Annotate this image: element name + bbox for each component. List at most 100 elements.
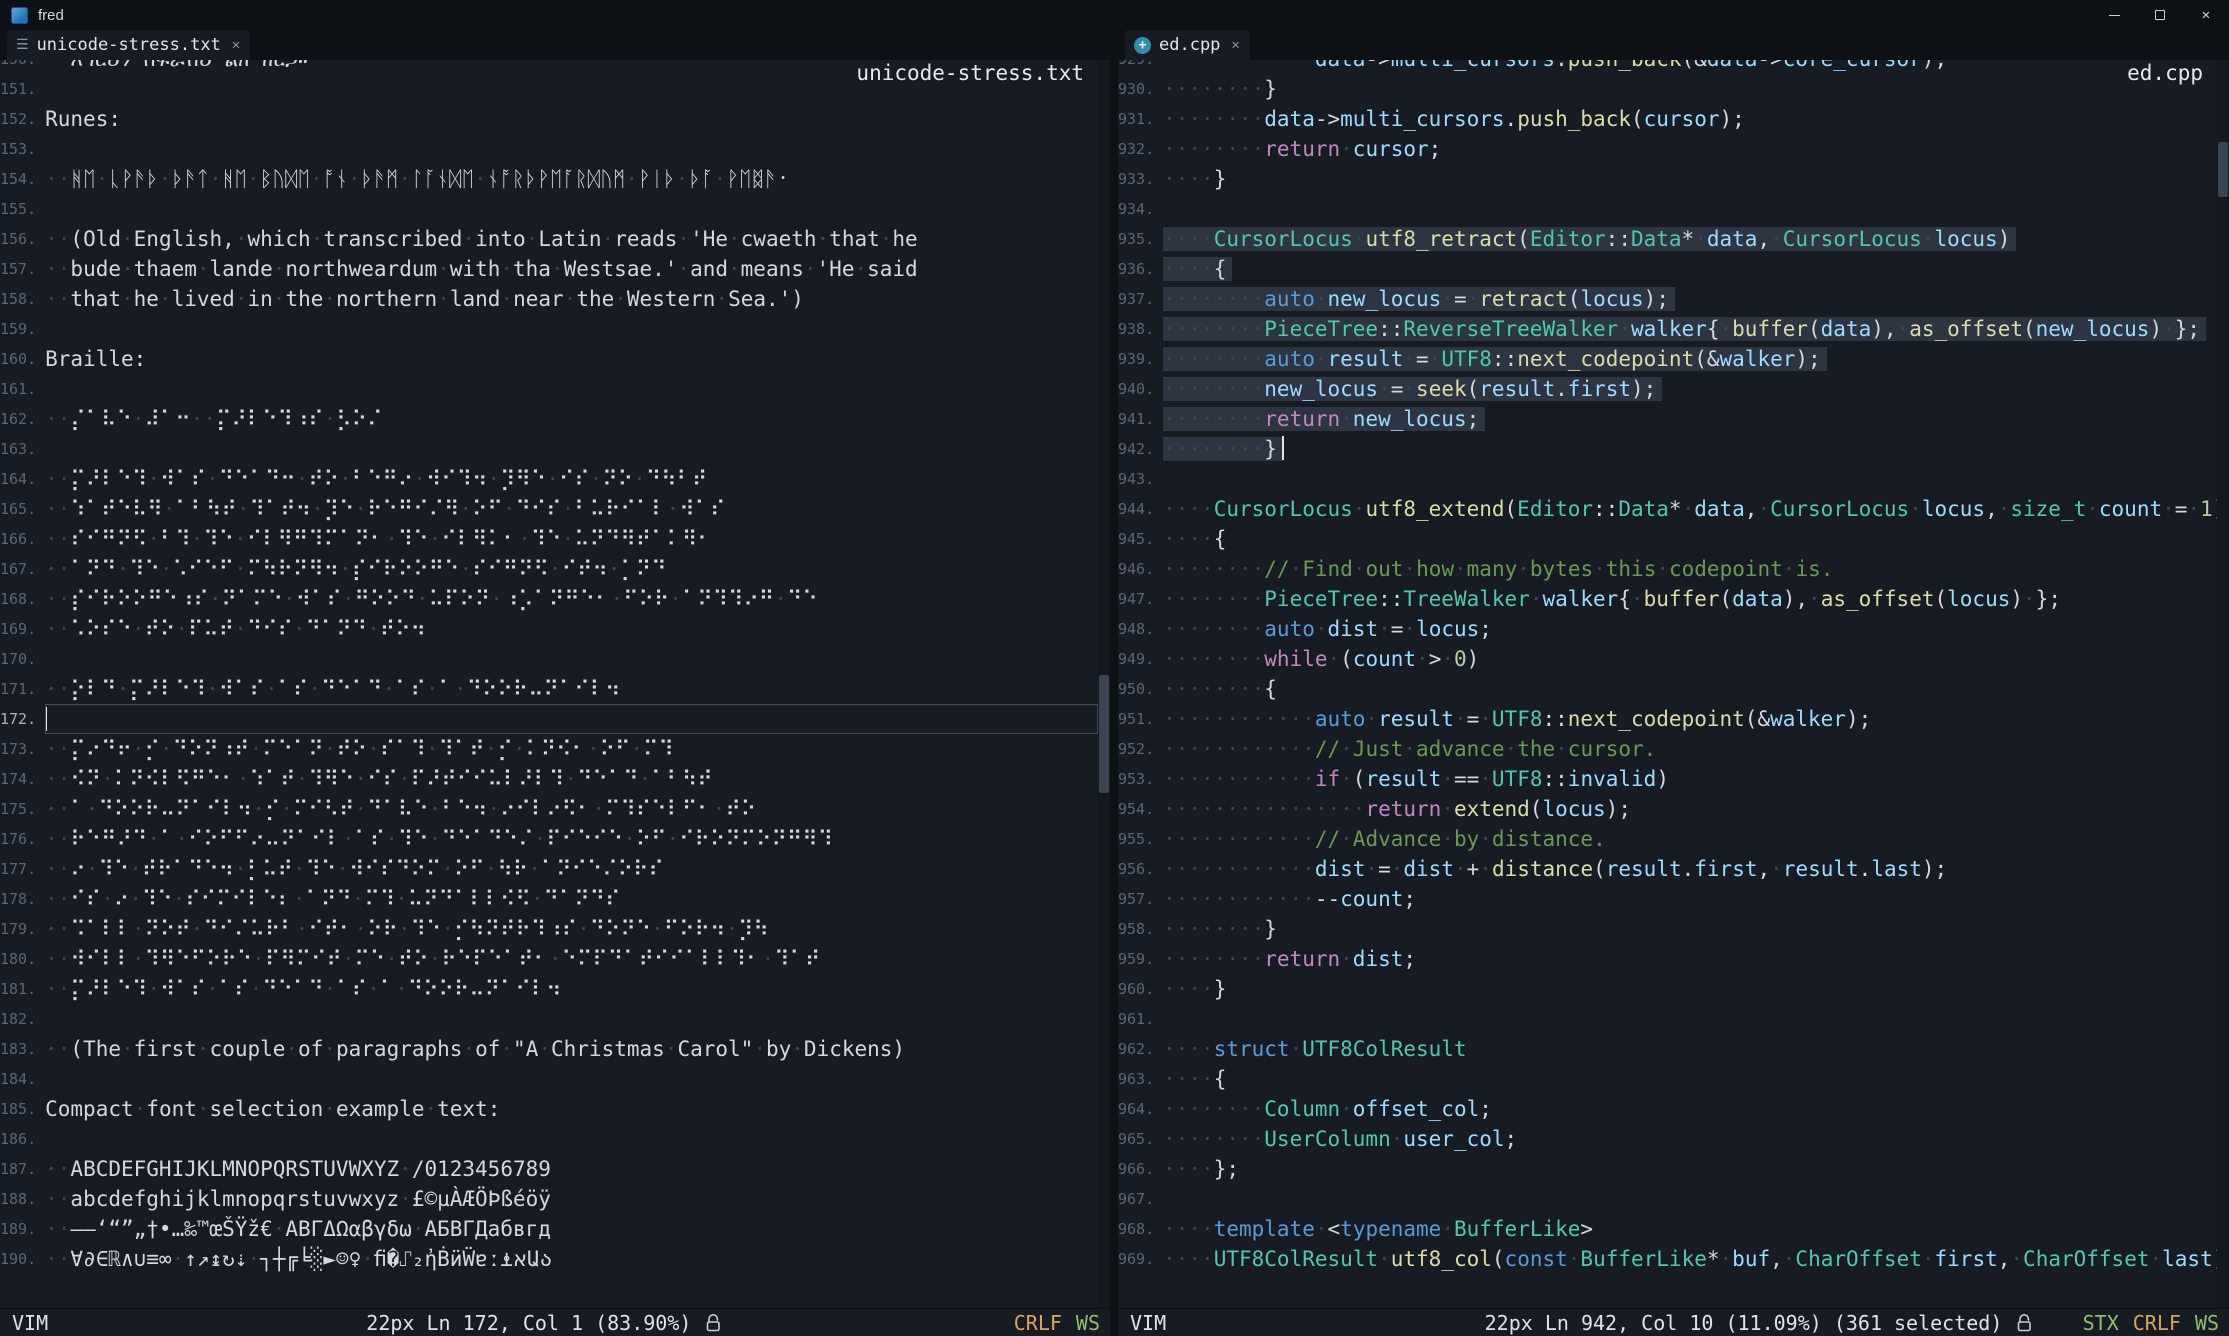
editor-line[interactable]: 180.··⠺⠊⠇⠇·⠹⠻⠑⠋⠕⠗⠑·⠏⠻⠍⠊⠞·⠍⠑·⠞⠕·⠗⠑⠏⠑⠁⠞⠂·⠑… — [0, 944, 1098, 974]
editor-line[interactable]: 157.··bude·thaem·lande·northweardum·with… — [0, 254, 1098, 284]
editor-line[interactable]: 954.················return·extend(locus)… — [1118, 794, 2217, 824]
line-number[interactable]: 165. — [0, 494, 45, 524]
editor-line[interactable]: 183.··(The·first·couple·of·paragraphs·of… — [0, 1034, 1098, 1064]
line-number[interactable]: 969. — [1118, 1244, 1163, 1274]
line-number[interactable]: 155. — [0, 194, 45, 224]
editor-line[interactable]: 932.········return·cursor; — [1118, 134, 2217, 164]
editor-line[interactable]: 166.··⠎⠊⠛⠝⠫·⠃⠹·⠹⠑·⠊⠇⠻⠛⠹⠍⠁⠝⠂·⠹⠑·⠊⠇⠻⠅⠂·⠹⠑·… — [0, 524, 1098, 554]
editor-line[interactable]: 161. — [0, 374, 1098, 404]
line-number[interactable]: 162. — [0, 404, 45, 434]
editor-line[interactable]: 153. — [0, 134, 1098, 164]
line-number[interactable]: 967. — [1118, 1184, 1163, 1214]
line-number[interactable]: 933. — [1118, 164, 1163, 194]
editor-line[interactable]: 179.··⠩⠁⠇⠇·⠝⠕⠞·⠙⠊⠌⠥⠗⠃·⠊⠞⠂·⠕⠗·⠹⠑·⡊⠳⠝⠞⠗⠹⠰⠎… — [0, 914, 1098, 944]
editor-line[interactable]: 931.········data->multi_cursors.push_bac… — [1118, 104, 2217, 134]
line-number[interactable]: 176. — [0, 824, 45, 854]
line-number[interactable]: 180. — [0, 944, 45, 974]
editor-line[interactable]: 964.········Column·offset_col; — [1118, 1094, 2217, 1124]
editor-line[interactable]: 152.Runes: — [0, 104, 1098, 134]
editor-line[interactable]: 969.····UTF8ColResult·utf8_col(const·Buf… — [1118, 1244, 2217, 1274]
editor-line[interactable]: 172. — [0, 704, 1098, 734]
titlebar[interactable]: fred ✕ — [0, 0, 2229, 30]
editor-line[interactable]: 174.··⠪⠝·⠅⠝⠪⠇⠫⠛⠑⠂·⠱⠁⠞·⠹⠻⠑·⠊⠎·⠏⠜⠞⠊⠊⠥⠇⠜⠇⠹·… — [0, 764, 1098, 794]
editor-line[interactable]: 169.··⠡⠕⠎⠑·⠞⠕·⠏⠥⠞·⠙⠊⠎·⠙⠁⠝⠙·⠞⠕⠲ — [0, 614, 1098, 644]
line-number[interactable]: 968. — [1118, 1214, 1163, 1244]
editor-line[interactable]: 949.········while·(count·>·0) — [1118, 644, 2217, 674]
editor-line[interactable]: 957.············--count; — [1118, 884, 2217, 914]
editor-line[interactable]: 967. — [1118, 1184, 2217, 1214]
editor-line[interactable]: 167.··⠁⠝⠙·⠹⠑·⠡⠊⠑⠋·⠍⠳⠗⠝⠻⠲·⡎⠊⠗⠕⠕⠛⠑·⠎⠊⠛⠝⠫·⠊… — [0, 554, 1098, 584]
line-number[interactable]: 152. — [0, 104, 45, 134]
line-number[interactable]: 187. — [0, 1154, 45, 1184]
maximize-button[interactable] — [2137, 0, 2183, 30]
tab-close-icon[interactable]: ✕ — [232, 37, 240, 53]
line-number[interactable]: 167. — [0, 554, 45, 584]
pane-divider[interactable] — [1110, 30, 1118, 1336]
line-number[interactable]: 179. — [0, 914, 45, 944]
editor-line[interactable]: 951.············auto·result·=·UTF8::next… — [1118, 704, 2217, 734]
line-number[interactable]: 948. — [1118, 614, 1163, 644]
line-number[interactable]: 929. — [1118, 60, 1163, 74]
line-number[interactable]: 951. — [1118, 704, 1163, 734]
editor-line[interactable]: 943. — [1118, 464, 2217, 494]
editor-line[interactable]: 963.····{ — [1118, 1064, 2217, 1094]
editor-line[interactable]: 187.··ABCDEFGHIJKLMNOPQRSTUVWXYZ·/012345… — [0, 1154, 1098, 1184]
editor-line[interactable]: 960.····} — [1118, 974, 2217, 1004]
editor-line[interactable]: 966.····}; — [1118, 1154, 2217, 1184]
right-scrollbar[interactable] — [2217, 60, 2229, 1308]
line-number[interactable]: 158. — [0, 284, 45, 314]
right-scrollbar-thumb[interactable] — [2218, 142, 2228, 197]
line-number[interactable]: 943. — [1118, 464, 1163, 494]
editor-line[interactable]: 935.····CursorLocus·utf8_retract(Editor:… — [1118, 224, 2217, 254]
editor-line[interactable]: 164.··⡍⠜⠇⠑⠹·⠺⠁⠎·⠙⠑⠁⠙⠒·⠞⠕·⠃⠑⠛⠔·⠺⠊⠹⠲·⡹⠻⠑·⠊… — [0, 464, 1098, 494]
line-number[interactable]: 965. — [1118, 1124, 1163, 1154]
line-number[interactable]: 181. — [0, 974, 45, 1004]
line-number[interactable]: 157. — [0, 254, 45, 284]
line-number[interactable]: 955. — [1118, 824, 1163, 854]
line-number[interactable]: 172. — [0, 704, 45, 734]
editor-line[interactable]: 952.············//·Just·advance·the·curs… — [1118, 734, 2217, 764]
editor-line[interactable]: 186. — [0, 1124, 1098, 1154]
line-number[interactable]: 185. — [0, 1094, 45, 1124]
line-number[interactable]: 959. — [1118, 944, 1163, 974]
editor-line[interactable]: 939.········auto·result·=·UTF8::next_cod… — [1118, 344, 2217, 374]
line-number[interactable]: 160. — [0, 344, 45, 374]
line-number[interactable]: 931. — [1118, 104, 1163, 134]
tab-unicode-stress[interactable]: ☰ unicode-stress.txt ✕ — [7, 30, 250, 60]
editor-line[interactable]: 162.··⡌⠁⠧⠑·⠼⠁⠒··⡍⠜⠇⠑⠹⠰⠎·⡣⠕⠌ — [0, 404, 1098, 434]
editor-line[interactable]: 173.··⡍⠔⠙⠖·⡊·⠙⠕⠝⠰⠞·⠍⠑⠁⠝·⠞⠕·⠎⠁⠹·⠹⠁⠞·⡊·⠅⠝⠪… — [0, 734, 1098, 764]
editor-line[interactable]: 184. — [0, 1064, 1098, 1094]
left-scrollbar-thumb[interactable] — [1099, 675, 1109, 792]
line-number[interactable]: 952. — [1118, 734, 1163, 764]
editor-line[interactable]: 177.··⠔·⠹⠑·⠞⠗⠁⠙⠑⠲·⡃⠥⠞·⠹⠑·⠺⠊⠎⠙⠕⠍·⠕⠋·⠳⠗·⠁⠝… — [0, 854, 1098, 884]
editor-line[interactable]: 165.··⠱⠁⠞⠑⠧⠻·⠁⠃⠳⠞·⠹⠁⠞⠲·⡹⠑·⠗⠑⠛⠊⠌⠻·⠕⠋·⠙⠊⠎·… — [0, 494, 1098, 524]
editor-line[interactable]: 940.········new_locus·=·seek(result.firs… — [1118, 374, 2217, 404]
editor-line[interactable]: 170. — [0, 644, 1098, 674]
line-number[interactable]: 962. — [1118, 1034, 1163, 1064]
line-number[interactable]: 174. — [0, 764, 45, 794]
line-number[interactable]: 173. — [0, 734, 45, 764]
line-number[interactable]: 163. — [0, 434, 45, 464]
line-number[interactable]: 159. — [0, 314, 45, 344]
editor-line[interactable]: 942.········} — [1118, 434, 2217, 464]
line-number[interactable]: 161. — [0, 374, 45, 404]
line-number[interactable]: 188. — [0, 1184, 45, 1214]
line-number[interactable]: 170. — [0, 644, 45, 674]
line-number[interactable]: 168. — [0, 584, 45, 614]
line-number[interactable]: 190. — [0, 1244, 45, 1274]
editor-line[interactable]: 158.··that·he·lived·in·the·northern·land… — [0, 284, 1098, 314]
line-number[interactable]: 169. — [0, 614, 45, 644]
line-number[interactable]: 934. — [1118, 194, 1163, 224]
line-number[interactable]: 946. — [1118, 554, 1163, 584]
editor-line[interactable]: 185.Compact·font·selection·example·text: — [0, 1094, 1098, 1124]
line-number[interactable]: 189. — [0, 1214, 45, 1244]
line-number[interactable]: 936. — [1118, 254, 1163, 284]
editor-line[interactable]: 168.··⡎⠊⠗⠕⠕⠛⠑⠰⠎·⠝⠁⠍⠑·⠺⠁⠎·⠛⠕⠕⠙·⠥⠏⠕⠝·⠰⡡⠁⠝⠛… — [0, 584, 1098, 614]
line-number[interactable]: 186. — [0, 1124, 45, 1154]
line-number[interactable]: 944. — [1118, 494, 1163, 524]
editor-line[interactable]: 955.············//·Advance·by·distance. — [1118, 824, 2217, 854]
line-number[interactable]: 950. — [1118, 674, 1163, 704]
line-number[interactable]: 957. — [1118, 884, 1163, 914]
line-number[interactable]: 156. — [0, 224, 45, 254]
close-button[interactable]: ✕ — [2183, 0, 2229, 30]
